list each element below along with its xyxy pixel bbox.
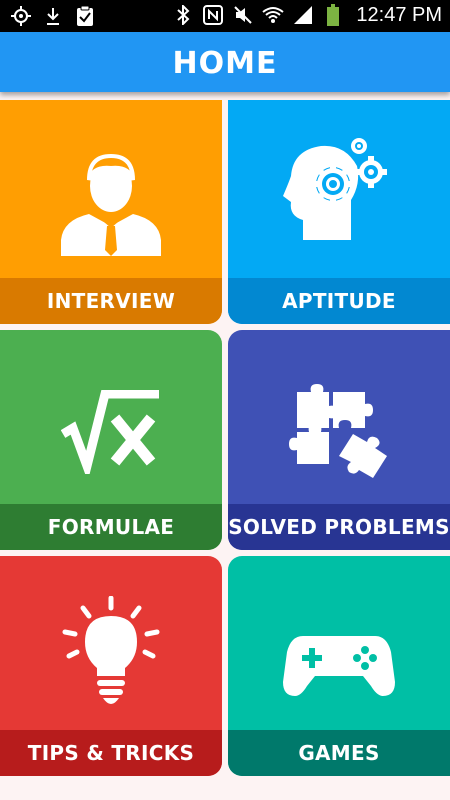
tile-tips-tricks[interactable]: TIPS & TRICKS: [0, 556, 222, 776]
lightbulb-icon: [0, 596, 222, 706]
tile-label: TIPS & TRICKS: [27, 741, 195, 765]
head-gears-icon: [228, 136, 450, 242]
tile-label: APTITUDE: [282, 289, 396, 313]
tile-solved-problems[interactable]: SOLVED PROBLEMS: [228, 330, 450, 550]
tile-label: GAMES: [298, 741, 380, 765]
tile-label-band: FORMULAE: [0, 504, 222, 550]
tile-label-band: APTITUDE: [228, 278, 450, 324]
signal-icon: [292, 3, 314, 27]
wifi-icon: [262, 3, 285, 27]
puzzle-icon: [228, 380, 450, 480]
download-icon: [42, 4, 64, 28]
page-title: HOME: [172, 46, 278, 81]
clipboard-check-icon: [74, 4, 96, 28]
square-root-icon: [0, 390, 222, 474]
nfc-icon: [202, 3, 224, 27]
tile-label: SOLVED PROBLEMS: [228, 515, 450, 539]
tile-label: INTERVIEW: [46, 289, 176, 313]
mute-icon: [232, 3, 254, 27]
status-bar: 12:47 PM: [0, 0, 450, 32]
bluetooth-icon: [172, 3, 194, 27]
gps-icon: [10, 4, 32, 28]
tile-formulae[interactable]: FORMULAE: [0, 330, 222, 550]
tile-label-band: GAMES: [228, 730, 450, 776]
tile-label-band: TIPS & TRICKS: [0, 730, 222, 776]
battery-icon: [322, 3, 344, 27]
tile-interview[interactable]: INTERVIEW: [0, 100, 222, 324]
person-icon: [0, 150, 222, 258]
tile-label-band: INTERVIEW: [0, 278, 222, 324]
tile-label-band: SOLVED PROBLEMS: [228, 504, 450, 550]
gamepad-icon: [228, 632, 450, 698]
tile-games[interactable]: GAMES: [228, 556, 450, 776]
tile-label: FORMULAE: [47, 515, 175, 539]
app-bar: HOME: [0, 32, 450, 92]
clock: 12:47 PM: [356, 3, 442, 26]
tile-aptitude[interactable]: APTITUDE: [228, 100, 450, 324]
